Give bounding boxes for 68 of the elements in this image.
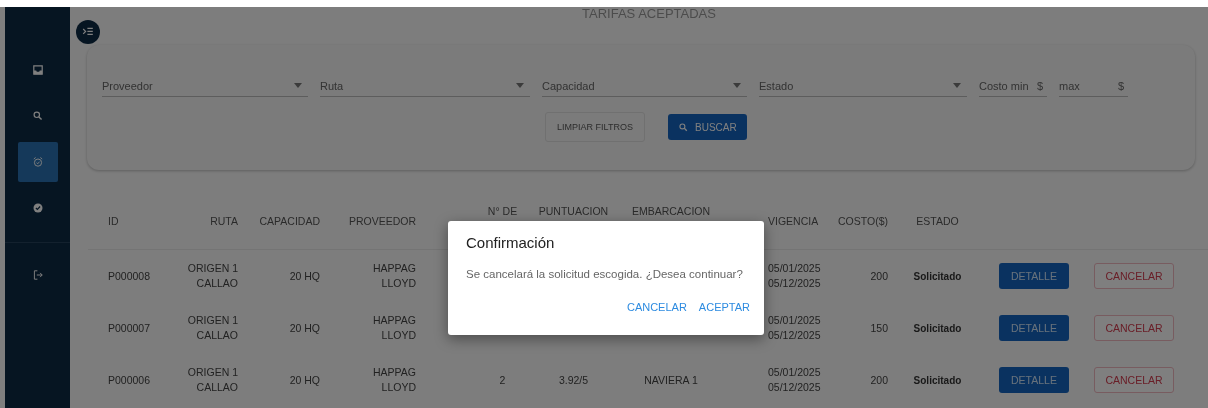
dialog-message: Se cancelará la solicitud escogida. ¿Desea continuar? [466,268,744,280]
accept-button[interactable]: ACEPTAR [694,298,754,316]
table-cell: ORIGEN 1 CALLAO [187,313,238,343]
column-header: ESTADO [916,215,959,227]
check-circle-icon [31,202,44,214]
currency-adornment: $ [1117,79,1124,92]
table-cell: HAPPAG LLOYD [373,365,416,395]
column-header: PROVEEDOR [348,215,416,227]
caret-icon [294,83,302,88]
cancel-button[interactable]: CANCELAR [1094,315,1174,341]
table-cell: 3.92/5 [558,372,589,388]
table-cell: P000006 [108,372,151,388]
search-button[interactable]: BUSCAR [668,114,747,140]
table-cell: 200 [870,268,888,284]
logout-icon [31,269,44,281]
detail-button[interactable]: DETALLE [999,367,1069,393]
table-cell: NAVIERA 1 [644,372,698,388]
detail-button[interactable]: DETALLE [999,315,1069,341]
sidebar-item[interactable] [17,142,58,182]
caret-icon [516,83,524,88]
table-cell: 05/01/2025 05/12/2025 [768,365,821,395]
dialog-title: Confirmación [466,234,556,252]
menu-toggle-button[interactable] [76,20,100,44]
column-header: EMBARCACION [631,205,711,217]
table-cell: ORIGEN 1 CALLAO [187,365,238,395]
table-cell: 20 HQ [289,320,320,336]
table-cell: HAPPAG LLOYD [373,313,416,343]
table-cell-text: Solicitado [913,269,962,284]
table-cell: 05/01/2025 05/12/2025 [768,261,821,291]
table-cell: 20 HQ [289,268,320,284]
column-header: COSTO($) [838,215,888,227]
field-label: Costo min [979,79,1029,92]
table-cell-text: Solicitado [913,373,962,388]
caret-icon [733,83,741,88]
column-header: VIGENCIA [768,215,819,227]
cancel-button[interactable]: CANCELAR [622,298,691,316]
search-icon [678,121,689,133]
column-header: RUTA [210,215,238,227]
cancel-button[interactable]: CANCELAR [1094,367,1174,393]
select-field[interactable]: Proveedor [102,75,308,97]
search-icon [31,110,44,122]
select-field[interactable]: Ruta [320,75,530,97]
column-header: PUNTUACION [538,205,609,217]
table-cell: P000008 [108,268,151,284]
table-cell: 2 [499,372,506,388]
caret-icon [953,83,961,88]
table-cell: ORIGEN 1 CALLAO [187,261,238,291]
menu-icon [82,26,94,38]
field-label: max [1059,79,1080,92]
table-cell: 200 [870,372,888,388]
table-cell: 20 HQ [289,372,320,388]
column-header: CAPACIDAD [259,215,320,227]
table-cell: P000007 [108,320,151,336]
cancel-button[interactable]: CANCELAR [1094,263,1174,289]
select-field[interactable]: Estado [759,75,967,97]
table-cell: 150 [870,320,888,336]
inbox-tray-icon [31,64,44,76]
table-cell-text: Solicitado [913,321,962,336]
input-field[interactable]: Costo min $ [979,75,1047,97]
select-field[interactable]: Capacidad [542,75,747,97]
input-field[interactable]: max $ [1059,75,1128,97]
currency-adornment: $ [1036,79,1043,92]
table-cell: 05/01/2025 05/12/2025 [768,313,821,343]
column-header: ID [108,215,119,227]
column-header: N° DE [487,205,518,217]
table-cell: HAPPAG LLOYD [373,261,416,291]
detail-button[interactable]: DETALLE [999,263,1069,289]
alarm-clock-icon [31,156,44,168]
